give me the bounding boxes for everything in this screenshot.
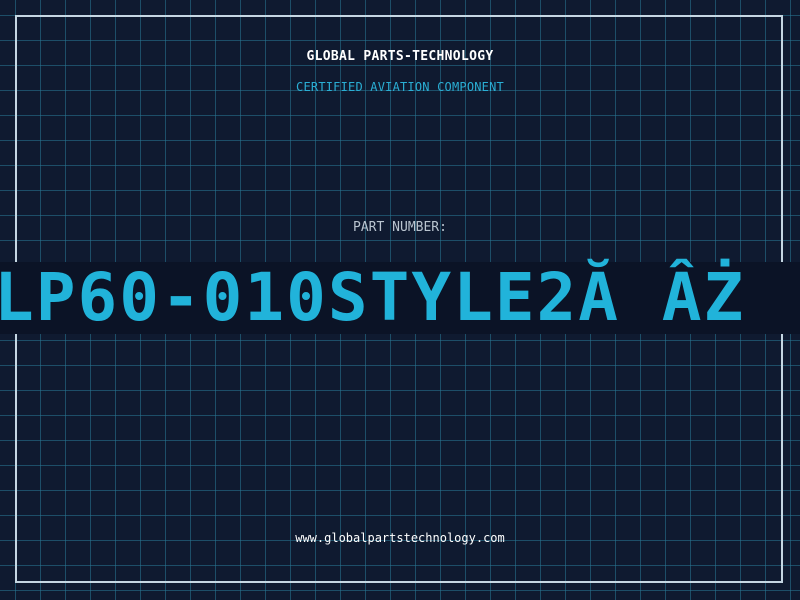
certification-tagline: CERTIFIED AVIATION COMPONENT	[296, 80, 504, 94]
part-number-label: PART NUMBER:	[353, 220, 447, 235]
part-number-value: LP60-010STYLE2Ă ÂŻ	[0, 259, 746, 336]
company-name: GLOBAL PARTS-TECHNOLOGY	[306, 49, 494, 64]
website-url: www.globalpartstechnology.com	[295, 531, 505, 545]
